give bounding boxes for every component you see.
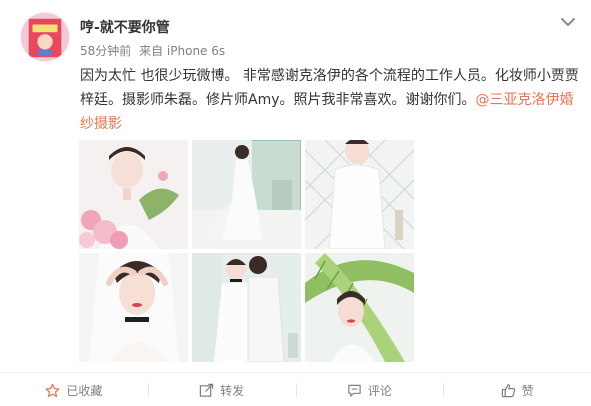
photo-6[interactable] — [305, 253, 414, 362]
chevron-down-icon[interactable] — [560, 16, 576, 28]
photo-5[interactable] — [192, 253, 301, 362]
photo-1[interactable] — [79, 140, 188, 249]
star-icon — [45, 383, 60, 397]
repost-label: 转发 — [220, 383, 245, 398]
photo-4[interactable] — [79, 253, 188, 362]
photo-grid — [79, 140, 419, 364]
comment-button[interactable]: 评论 — [295, 374, 444, 406]
photo-2[interactable] — [192, 140, 301, 249]
post-meta: 58分钟前 来自 iPhone 6s — [80, 42, 229, 59]
comment-icon — [348, 384, 361, 397]
like-label: 赞 — [521, 383, 534, 398]
action-divider — [0, 372, 591, 373]
comment-label: 评论 — [367, 383, 392, 398]
like-button[interactable]: 赞 — [443, 374, 591, 406]
thumbs-up-icon — [501, 383, 515, 397]
action-bar: 已收藏 转发 评论 赞 — [0, 374, 591, 406]
avatar[interactable] — [20, 12, 70, 62]
weibo-post-card: 哼-就不要你管 58分钟前 来自 iPhone 6s 因为太忙 也很少玩微博。 … — [0, 0, 591, 406]
share-icon — [199, 383, 214, 397]
repost-button[interactable]: 转发 — [147, 374, 296, 406]
post-text: 因为太忙 也很少玩微博。 非常感谢克洛伊的各个流程的工作人员。化妆师小贾贾梓廷。… — [80, 64, 580, 136]
favorite-label: 已收藏 — [66, 383, 103, 398]
avatar-image — [21, 13, 69, 61]
username[interactable]: 哼-就不要你管 — [80, 17, 170, 37]
photo-3[interactable] — [305, 140, 414, 249]
post-source[interactable]: 来自 iPhone 6s — [139, 44, 225, 58]
favorite-button[interactable]: 已收藏 — [0, 374, 148, 406]
post-time[interactable]: 58分钟前 — [80, 44, 131, 58]
